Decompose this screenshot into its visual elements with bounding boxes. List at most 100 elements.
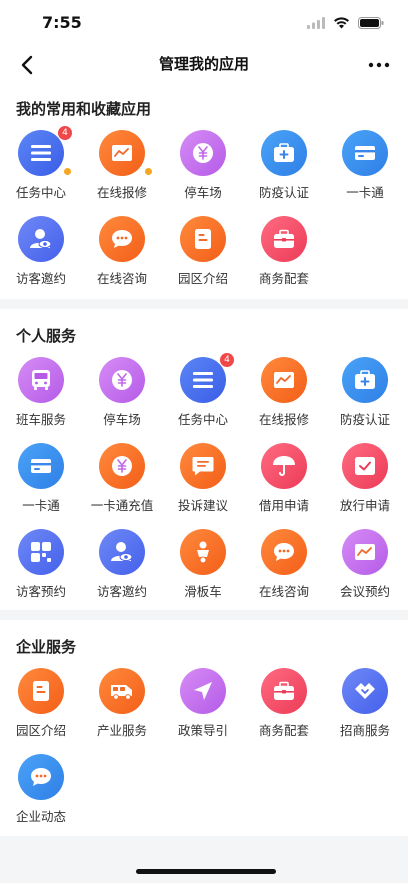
app-label: 企业动态	[15, 809, 66, 824]
app-item[interactable]: 商务配套	[244, 668, 324, 748]
chart-icon	[261, 357, 307, 403]
visitor-icon	[18, 216, 64, 262]
van-icon	[99, 668, 145, 714]
visitor-icon	[99, 529, 145, 575]
app-label: 任务中心	[15, 185, 66, 200]
app-item[interactable]: 商务配套	[244, 216, 324, 296]
app-item[interactable]: 投诉建议	[163, 443, 243, 523]
navigation-bar: 管理我的应用	[0, 44, 408, 86]
chart-icon	[342, 529, 388, 575]
app-label: 商务配套	[258, 723, 309, 738]
app-label: 园区介绍	[177, 271, 228, 286]
home-indicator	[136, 869, 276, 874]
scooter-icon	[180, 529, 226, 575]
app-item[interactable]: 一卡通	[1, 443, 81, 523]
app-item[interactable]: 4 任务中心	[1, 126, 81, 210]
app-item[interactable]: 一卡通	[325, 130, 405, 210]
app-label: 访客预约	[15, 584, 66, 599]
app-label: 政策导引	[177, 723, 228, 738]
battery-icon	[358, 14, 384, 33]
app-item[interactable]: 会议预约	[325, 529, 405, 609]
app-item[interactable]: 放行申请	[325, 443, 405, 523]
app-label: 招商服务	[339, 723, 390, 738]
app-label: 停车场	[103, 412, 141, 427]
navigation-icon	[180, 668, 226, 714]
app-label: 在线咨询	[96, 271, 147, 286]
status-dot	[64, 168, 71, 175]
app-item[interactable]: 园区介绍	[163, 216, 243, 296]
app-item[interactable]: 班车服务	[1, 357, 81, 437]
app-label: 会议预约	[339, 584, 390, 599]
chat-icon	[261, 529, 307, 575]
app-item[interactable]: 园区介绍	[1, 668, 81, 748]
app-label: 一卡通	[346, 185, 384, 200]
app-item[interactable]: 招商服务	[325, 668, 405, 748]
more-dots-icon	[368, 62, 390, 68]
app-item[interactable]: 停车场	[163, 130, 243, 210]
app-label: 放行申请	[339, 498, 390, 513]
document-icon	[180, 216, 226, 262]
app-label: 园区介绍	[15, 723, 66, 738]
app-item[interactable]: 政策导引	[163, 668, 243, 748]
briefcase-icon	[261, 668, 307, 714]
briefcase-icon	[261, 216, 307, 262]
app-item[interactable]: 在线报修	[82, 130, 162, 210]
app-item[interactable]: 在线咨询	[244, 529, 324, 609]
app-label: 访客邀约	[96, 584, 147, 599]
app-item[interactable]: 停车场	[82, 357, 162, 437]
page-title: 管理我的应用	[158, 55, 249, 73]
app-label: 借用申请	[258, 498, 309, 513]
app-label: 防疫认证	[258, 185, 309, 200]
list-icon	[18, 130, 64, 176]
more-button[interactable]	[366, 54, 392, 76]
chat-icon	[99, 216, 145, 262]
app-item[interactable]: 一卡通充值	[82, 443, 162, 523]
app-item[interactable]: 产业服务	[82, 668, 162, 748]
status-bar: 7:55	[0, 0, 408, 44]
yen-icon	[99, 357, 145, 403]
app-label: 防疫认证	[339, 412, 390, 427]
section-favorites: 我的常用和收藏应用 4 任务中心 在线报修 停车场 防疫认证 一卡通访客邀约 在线咨询 园区介…	[0, 86, 408, 299]
card-icon	[342, 130, 388, 176]
yen-icon	[99, 443, 145, 489]
app-item[interactable]: 访客邀约	[1, 216, 81, 296]
app-item[interactable]: 防疫认证	[325, 357, 405, 437]
wifi-icon	[333, 14, 350, 33]
umbrella-icon	[261, 443, 307, 489]
grid-icon	[18, 529, 64, 575]
app-item[interactable]: 在线咨询	[82, 216, 162, 296]
app-label: 滑板车	[184, 584, 222, 599]
app-item[interactable]: 访客邀约	[82, 529, 162, 609]
status-time: 7:55	[42, 13, 82, 32]
app-label: 产业服务	[96, 723, 147, 738]
section-title: 个人服务	[16, 327, 77, 345]
app-label: 一卡通充值	[90, 498, 154, 513]
app-label: 投诉建议	[177, 498, 228, 513]
status-icons	[307, 14, 384, 33]
check-icon	[342, 443, 388, 489]
section-title: 我的常用和收藏应用	[16, 100, 152, 118]
app-label: 班车服务	[15, 412, 66, 427]
app-item[interactable]: 访客预约	[1, 529, 81, 609]
app-item[interactable]: 滑板车	[163, 529, 243, 609]
app-item[interactable]: 在线报修	[244, 357, 324, 437]
medical-kit-icon	[342, 357, 388, 403]
list-icon	[180, 357, 226, 403]
yen-icon	[180, 130, 226, 176]
app-item[interactable]: 借用申请	[244, 443, 324, 523]
document-icon	[18, 668, 64, 714]
status-dot	[145, 168, 152, 175]
app-label: 在线咨询	[258, 584, 309, 599]
card-icon	[18, 443, 64, 489]
handshake-icon	[342, 668, 388, 714]
comment-icon	[180, 443, 226, 489]
app-item[interactable]: 防疫认证	[244, 130, 324, 210]
app-item[interactable]: 4 任务中心	[163, 353, 243, 437]
app-item[interactable]: 企业动态	[1, 754, 81, 834]
notification-badge: 4	[220, 353, 234, 367]
medical-kit-icon	[261, 130, 307, 176]
chart-icon	[99, 130, 145, 176]
section-title: 企业服务	[16, 638, 77, 656]
app-label: 在线报修	[96, 185, 147, 200]
app-label: 商务配套	[258, 271, 309, 286]
